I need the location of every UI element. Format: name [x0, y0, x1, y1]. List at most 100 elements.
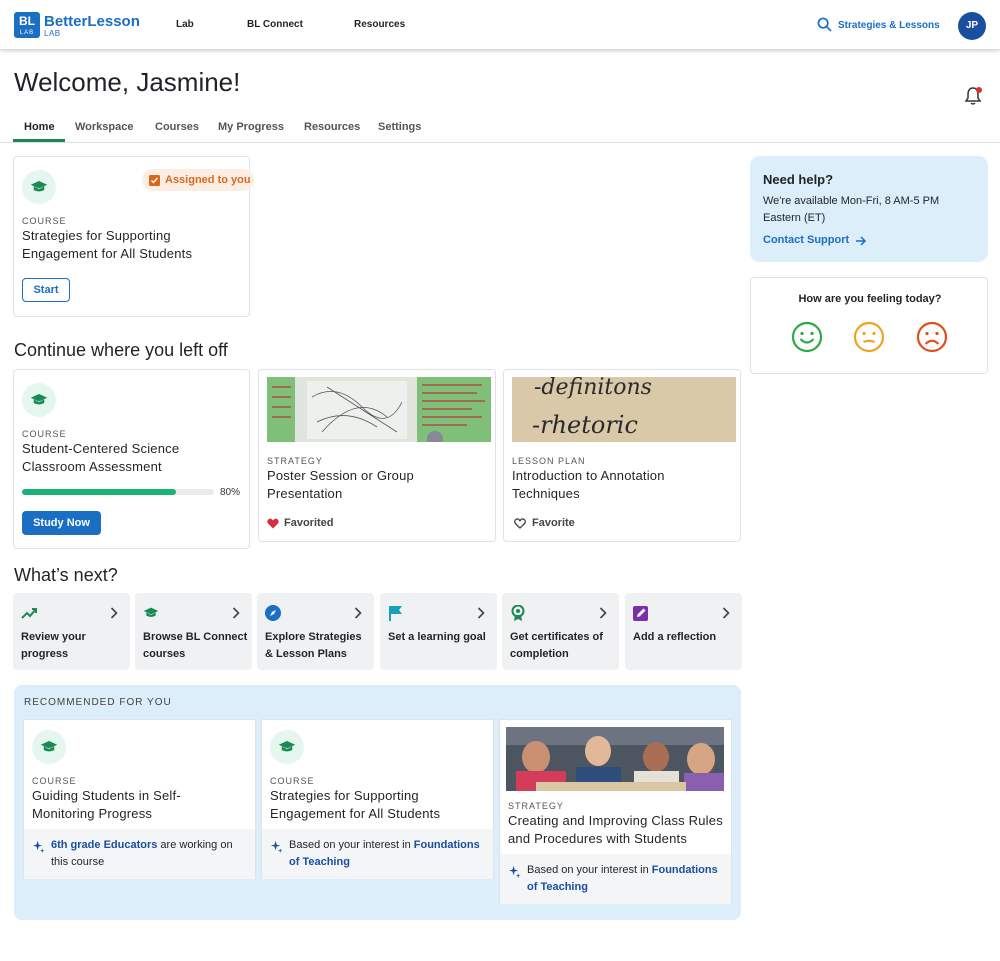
- continue-course-card[interactable]: COURSE Student-Centered Science Classroo…: [13, 369, 250, 549]
- favorited-label[interactable]: Favorited: [284, 517, 334, 529]
- tab-resources[interactable]: Resources: [304, 121, 360, 133]
- user-avatar[interactable]: JP: [958, 12, 986, 40]
- chevron-right-icon: [477, 607, 485, 619]
- content-type-label: COURSE: [270, 776, 315, 786]
- content-type-label: COURSE: [22, 429, 67, 439]
- mood-question: How are you feeling today?: [798, 293, 942, 305]
- continue-heading: Continue where you left off: [14, 340, 228, 360]
- tab-home[interactable]: Home: [24, 121, 55, 133]
- neutral-face-icon[interactable]: [853, 321, 885, 353]
- poster-photo: [267, 377, 491, 442]
- betterlesson-logo[interactable]: BL LAB: [14, 12, 40, 38]
- content-type-label: LESSON PLAN: [512, 456, 586, 466]
- logo-sub: LAB: [44, 29, 61, 38]
- nav-bl-connect[interactable]: BL Connect: [247, 19, 303, 30]
- chevron-right-icon: [110, 607, 118, 619]
- notification-bell-icon[interactable]: [963, 86, 983, 106]
- next-learning-goal[interactable]: Set a learning goal: [380, 593, 497, 670]
- nav-resources[interactable]: Resources: [354, 19, 405, 30]
- next-explore-strategies[interactable]: Explore Strategies & Lesson Plans: [257, 593, 374, 670]
- help-panel: Need help? We're available Mon-Fri, 8 AM…: [750, 156, 988, 262]
- recommended-reason: Based on your interest in Foundations of…: [262, 829, 493, 879]
- flag-icon: [389, 606, 402, 621]
- assigned-course-card[interactable]: Assigned to you COURSE Strategies for Su…: [13, 156, 254, 317]
- sparkle-icon: [270, 840, 283, 853]
- continue-lesson-card[interactable]: -definitons -rhetoric LESSON PLAN Introd…: [503, 369, 741, 542]
- help-body: We're available Mon-Fri, 8 AM-5 PM Easte…: [763, 195, 940, 224]
- heart-outline-icon[interactable]: [514, 518, 526, 529]
- classroom-photo: [506, 727, 724, 791]
- tab-workspace[interactable]: Workspace: [75, 121, 134, 133]
- tab-my-progress[interactable]: My Progress: [218, 121, 284, 133]
- award-icon: [511, 605, 525, 621]
- graduation-cap-icon: [22, 170, 56, 204]
- search-icon[interactable]: [817, 17, 832, 32]
- chevron-right-icon: [722, 607, 730, 619]
- mood-check-panel: How are you feeling today?: [750, 277, 988, 374]
- chevron-right-icon: [232, 607, 240, 619]
- whiteboard-photo: -definitons -rhetoric: [512, 377, 736, 442]
- whats-next-heading: What’s next?: [14, 565, 118, 585]
- recommended-title[interactable]: Guiding Students in Self-Monitoring Prog…: [32, 787, 237, 823]
- recommended-reason: 6th grade Educators are working on this …: [24, 829, 255, 879]
- next-label: Review your progress: [21, 631, 86, 660]
- course-title[interactable]: Student-Centered Science Classroom Asses…: [22, 440, 232, 476]
- next-certificates[interactable]: Get certificates of completion: [502, 593, 619, 670]
- top-navigation-bar: BL LAB BetterLesson LAB Lab BL Connect R…: [0, 0, 1000, 49]
- search-strategies-lessons[interactable]: Strategies & Lessons: [838, 20, 940, 31]
- course-title[interactable]: Strategies for Supporting Engagement for…: [22, 227, 232, 263]
- recommended-card[interactable]: COURSE Guiding Students in Self-Monitori…: [23, 719, 256, 879]
- graduation-cap-icon: [32, 730, 66, 764]
- next-add-reflection[interactable]: Add a reflection: [625, 593, 742, 670]
- graduation-cap-icon: [270, 730, 304, 764]
- clipboard-icon: [149, 175, 160, 186]
- next-label: Add a reflection: [633, 631, 717, 643]
- recommended-card[interactable]: STRATEGY Creating and Improving Class Ru…: [499, 719, 732, 904]
- next-label: Set a learning goal: [388, 631, 486, 643]
- progress-percent: 80%: [220, 487, 241, 498]
- study-now-button[interactable]: Study Now: [22, 511, 101, 535]
- lesson-title[interactable]: Introduction to Annotation Techniques: [512, 467, 727, 503]
- logo-name[interactable]: BetterLesson: [44, 13, 140, 30]
- continue-strategy-card[interactable]: STRATEGY Poster Session or Group Present…: [258, 369, 496, 542]
- content-type-label: COURSE: [22, 216, 67, 226]
- start-button[interactable]: Start: [22, 278, 70, 302]
- recommended-link[interactable]: 6th grade Educators: [51, 839, 157, 851]
- next-browse-courses[interactable]: Browse BL Connect courses: [135, 593, 252, 670]
- sparkle-icon: [508, 865, 521, 878]
- next-label: Get certificates of completion: [510, 631, 603, 660]
- photo-text-rhetoric: -rhetoric: [532, 411, 638, 439]
- recommended-title[interactable]: Creating and Improving Class Rules and P…: [508, 812, 730, 848]
- recommended-heading: RECOMMENDED FOR YOU: [24, 697, 172, 708]
- progress-fill: [22, 489, 176, 495]
- next-review-progress[interactable]: Review your progress: [13, 593, 130, 670]
- photo-text-definitions: -definitons: [534, 377, 652, 400]
- recommended-title[interactable]: Strategies for Supporting Engagement for…: [270, 787, 475, 823]
- edit-icon: [633, 606, 648, 621]
- tab-bar: Home Workspace Courses My Progress Resou…: [0, 115, 1000, 143]
- trending-up-icon: [21, 608, 37, 619]
- assigned-badge: Assigned to you: [142, 169, 254, 191]
- tab-settings[interactable]: Settings: [378, 121, 421, 133]
- sad-face-icon[interactable]: [916, 321, 948, 353]
- content-type-label: COURSE: [32, 776, 77, 786]
- page-title: Welcome, Jasmine!: [14, 67, 241, 97]
- contact-support-link[interactable]: Contact Support: [763, 234, 849, 246]
- help-title: Need help?: [763, 172, 834, 187]
- recommended-section: RECOMMENDED FOR YOU COURSE Guiding Stude…: [14, 685, 741, 920]
- arrow-right-icon[interactable]: [856, 236, 867, 246]
- favorite-label[interactable]: Favorite: [532, 517, 575, 529]
- chevron-right-icon: [354, 607, 362, 619]
- tab-courses[interactable]: Courses: [155, 121, 199, 133]
- heart-filled-icon[interactable]: [267, 518, 279, 529]
- graduation-cap-icon: [22, 383, 56, 417]
- recommended-card[interactable]: COURSE Strategies for Supporting Engagem…: [261, 719, 494, 879]
- content-type-label: STRATEGY: [267, 456, 323, 466]
- compass-icon: [265, 605, 281, 621]
- next-label: Browse BL Connect courses: [143, 631, 248, 660]
- chevron-right-icon: [599, 607, 607, 619]
- nav-lab[interactable]: Lab: [176, 19, 194, 30]
- content-type-label: STRATEGY: [508, 801, 564, 811]
- happy-face-icon[interactable]: [791, 321, 823, 353]
- strategy-title[interactable]: Poster Session or Group Presentation: [267, 467, 482, 503]
